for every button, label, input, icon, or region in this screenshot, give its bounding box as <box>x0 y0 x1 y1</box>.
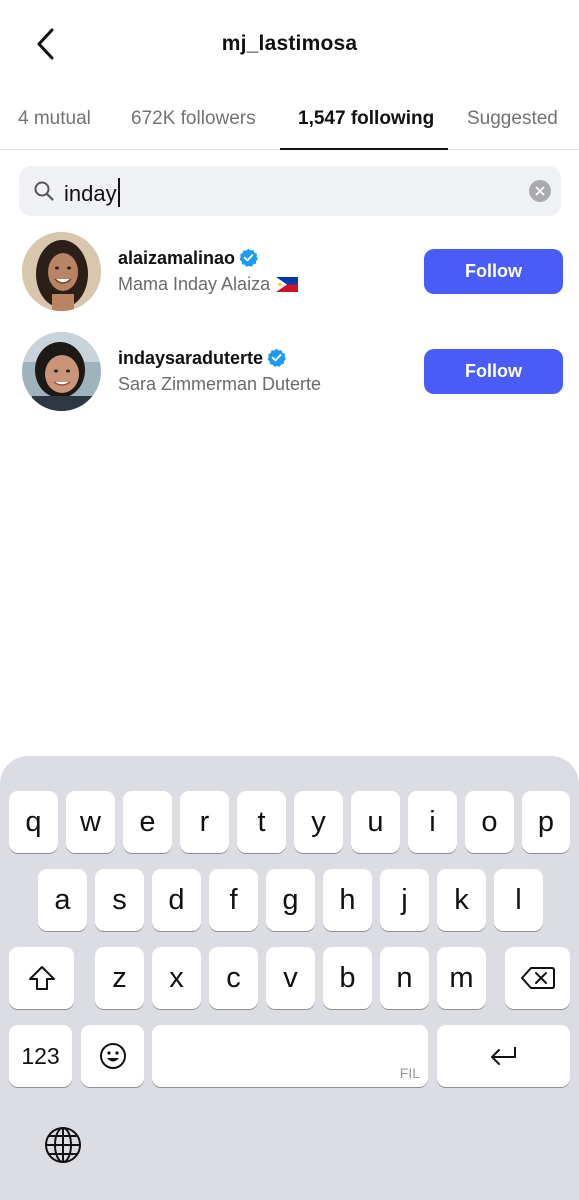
full-name: Mama Inday Alaiza <box>118 274 299 295</box>
key-c[interactable]: c <box>209 947 258 1009</box>
key-y[interactable]: y <box>294 791 343 853</box>
search-icon <box>34 181 54 201</box>
key-k[interactable]: k <box>437 869 486 931</box>
list-item[interactable]: indaysaraduterte Sara Zimmerman Duterte … <box>0 332 579 422</box>
avatar[interactable] <box>22 332 101 411</box>
key-i[interactable]: i <box>408 791 457 853</box>
tab-mutual[interactable]: 4 mutual <box>18 108 91 130</box>
full-name: Sara Zimmerman Duterte <box>118 374 322 394</box>
key-f[interactable]: f <box>209 869 258 931</box>
key-j[interactable]: j <box>380 869 429 931</box>
active-tab-indicator <box>280 148 448 150</box>
key-p[interactable]: p <box>522 791 570 853</box>
key-o[interactable]: o <box>465 791 514 853</box>
header: mj_lastimosa <box>0 0 579 90</box>
clear-search-button[interactable] <box>529 180 551 202</box>
backspace-icon <box>520 967 555 989</box>
shift-icon <box>28 966 55 990</box>
username[interactable]: indaysaraduterte <box>118 348 287 369</box>
key-r[interactable]: r <box>180 791 229 853</box>
key-d[interactable]: d <box>152 869 201 931</box>
close-icon <box>535 186 545 196</box>
key-w[interactable]: w <box>66 791 115 853</box>
keyboard-language-label: FIL <box>399 1065 420 1081</box>
follow-button[interactable]: Follow <box>424 349 563 394</box>
key-e[interactable]: e <box>123 791 172 853</box>
search-field[interactable]: inday <box>19 166 561 216</box>
username[interactable]: alaizamalinao <box>118 248 259 269</box>
emoji-icon <box>99 1043 126 1069</box>
tab-following[interactable]: 1,547 following <box>298 108 434 130</box>
globe-key[interactable] <box>44 1126 82 1164</box>
key-q[interactable]: q <box>9 791 58 853</box>
key-v[interactable]: v <box>266 947 315 1009</box>
list-item[interactable]: alaizamalinao Mama Inday Alaiza Follow <box>0 232 579 322</box>
philippines-flag-icon <box>276 277 299 292</box>
key-a[interactable]: a <box>38 869 87 931</box>
emoji-key[interactable] <box>81 1025 144 1087</box>
tab-bar: 4 mutual 672K followers 1,547 following … <box>0 100 579 150</box>
key-b[interactable]: b <box>323 947 372 1009</box>
follow-button[interactable]: Follow <box>424 249 563 294</box>
key-s[interactable]: s <box>95 869 144 931</box>
key-n[interactable]: n <box>380 947 429 1009</box>
key-h[interactable]: h <box>323 869 372 931</box>
tab-suggested[interactable]: Suggested <box>467 108 558 130</box>
search-query: inday <box>64 181 117 206</box>
key-t[interactable]: t <box>237 791 286 853</box>
page-title: mj_lastimosa <box>221 32 358 55</box>
key-g[interactable]: g <box>266 869 315 931</box>
key-u[interactable]: u <box>351 791 400 853</box>
numbers-key[interactable]: 123 <box>9 1025 72 1087</box>
shift-key[interactable] <box>9 947 74 1009</box>
key-x[interactable]: x <box>152 947 201 1009</box>
search-input[interactable]: inday <box>64 178 120 207</box>
verified-badge-icon <box>267 348 287 367</box>
space-key[interactable]: FIL <box>152 1025 428 1087</box>
username-text: alaizamalinao <box>118 248 236 268</box>
key-m[interactable]: m <box>437 947 486 1009</box>
tab-followers[interactable]: 672K followers <box>131 108 256 130</box>
return-key[interactable] <box>437 1025 570 1087</box>
key-z[interactable]: z <box>95 947 144 1009</box>
delete-key[interactable] <box>505 947 570 1009</box>
full-name-text: Mama Inday Alaiza <box>118 274 271 294</box>
text-cursor <box>117 178 120 207</box>
globe-icon <box>45 1127 81 1163</box>
key-l[interactable]: l <box>494 869 543 931</box>
username-text: indaysaraduterte <box>118 348 264 368</box>
verified-badge-icon <box>239 248 259 267</box>
return-icon <box>490 1047 516 1065</box>
avatar[interactable] <box>22 232 101 311</box>
